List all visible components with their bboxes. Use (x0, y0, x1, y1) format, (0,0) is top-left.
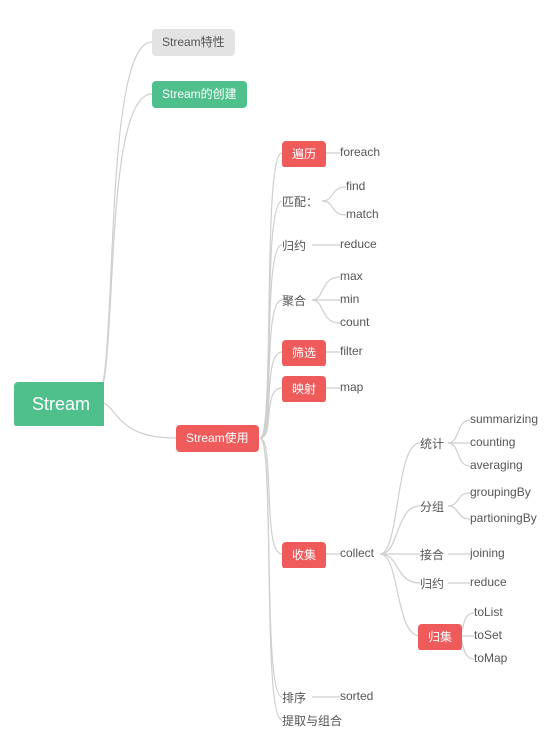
node-filter-label: 筛选 (282, 340, 326, 366)
node-agg-label: 聚合 (282, 292, 332, 309)
leaf-groupingby: groupingBy (470, 485, 554, 499)
leaf-tolist: toList (474, 605, 544, 619)
leaf-partioningby: partioningBy (470, 511, 554, 525)
leaf-counting: counting (470, 435, 554, 449)
leaf-collect: collect (340, 546, 400, 560)
node-collect-label: 收集 (282, 542, 326, 568)
leaf-tomap: toMap (474, 651, 544, 665)
node-sort-label: 排序 (282, 689, 332, 706)
mindmap-canvas: .edge { stroke: #cfcfcf; stroke-width: 1… (0, 0, 554, 730)
leaf-reduce: reduce (340, 237, 400, 251)
node-use: Stream使用 (176, 425, 259, 452)
root-node: Stream (14, 382, 104, 426)
node-iterate: 遍历 (282, 141, 326, 167)
node-extract-label: 提取与组合 (282, 712, 372, 729)
leaf-map: map (340, 380, 400, 394)
node-features: Stream特性 (152, 29, 235, 56)
leaf-match: match (346, 207, 406, 221)
node-create: Stream的创建 (152, 81, 247, 108)
node-match-label: 匹配： (282, 193, 342, 210)
leaf-filter: filter (340, 344, 400, 358)
leaf-min: min (340, 292, 390, 306)
node-map-label: 映射 (282, 376, 326, 402)
leaf-toset: toSet (474, 628, 544, 642)
node-reduce-label: 归约 (282, 237, 332, 254)
leaf-max: max (340, 269, 390, 283)
node-reduce2-label: 归约 (420, 575, 460, 592)
leaf-joining: joining (470, 546, 554, 560)
node-join-label: 接合 (420, 546, 460, 563)
leaf-find: find (346, 179, 406, 193)
node-tocollection-label: 归集 (418, 624, 462, 650)
leaf-count: count (340, 315, 390, 329)
leaf-sorted: sorted (340, 689, 400, 703)
leaf-reduce2: reduce (470, 575, 554, 589)
leaf-foreach: foreach (340, 145, 410, 159)
node-stat-label: 统计 (420, 435, 460, 452)
node-group-label: 分组 (420, 498, 460, 515)
leaf-averaging: averaging (470, 458, 554, 472)
leaf-summarizing: summarizing (470, 412, 554, 426)
